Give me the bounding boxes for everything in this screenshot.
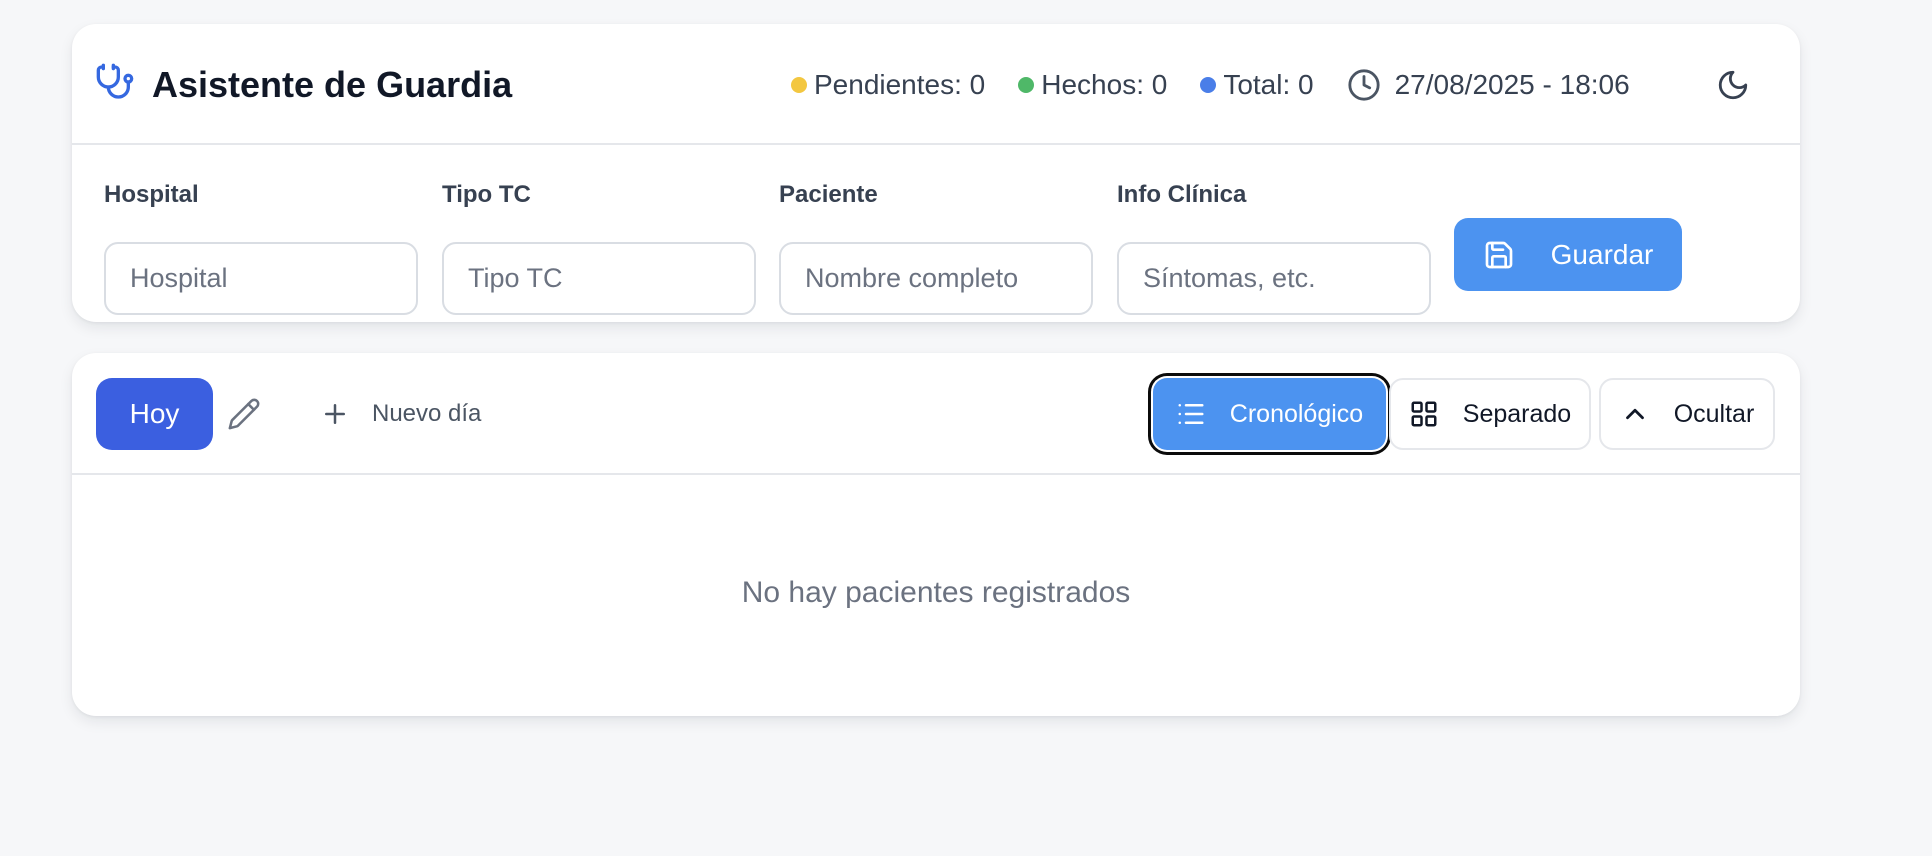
today-tab[interactable]: Hoy bbox=[96, 378, 213, 450]
save-button[interactable]: Guardar bbox=[1454, 218, 1682, 291]
save-icon bbox=[1485, 241, 1512, 268]
hospital-input[interactable] bbox=[104, 242, 418, 315]
hospital-label: Hospital bbox=[104, 181, 199, 208]
tipo-tc-field: Tipo TC bbox=[442, 181, 756, 315]
chronological-view-label: Cronológico bbox=[1229, 399, 1364, 428]
pencil-icon[interactable] bbox=[227, 397, 261, 431]
app-header: Asistente de Guardia Pendientes: 0 Hecho… bbox=[72, 24, 1800, 145]
hide-button[interactable]: Ocultar bbox=[1599, 378, 1775, 450]
plus-icon bbox=[325, 404, 345, 424]
tipo-tc-label: Tipo TC bbox=[442, 181, 531, 208]
done-stat: Hechos: 0 bbox=[1018, 69, 1167, 101]
paciente-label: Paciente bbox=[779, 181, 878, 208]
total-dot bbox=[1200, 77, 1217, 93]
pending-stat: Pendientes: 0 bbox=[791, 69, 985, 101]
info-clinica-label: Info Clínica bbox=[1117, 181, 1247, 208]
patient-entry-card: Asistente de Guardia Pendientes: 0 Hecho… bbox=[72, 24, 1800, 322]
paciente-input[interactable] bbox=[779, 242, 1093, 315]
grid-icon bbox=[1411, 401, 1437, 427]
pending-dot bbox=[791, 77, 807, 93]
hide-label: Ocultar bbox=[1673, 399, 1755, 428]
tipo-tc-input[interactable] bbox=[442, 242, 756, 315]
current-datetime: 27/08/2025 - 18:06 bbox=[1394, 69, 1630, 100]
separated-view-button[interactable]: Separado bbox=[1389, 378, 1591, 450]
chevron-up-icon bbox=[1625, 408, 1644, 420]
list-toolbar: Hoy Nuevo día Cronológico Separado Ocult… bbox=[72, 353, 1800, 475]
save-button-label: Guardar bbox=[1550, 238, 1654, 270]
info-clinica-field: Info Clínica bbox=[1117, 181, 1431, 315]
stethoscope-icon bbox=[96, 63, 134, 99]
total-count: Total: 0 bbox=[1223, 69, 1314, 100]
new-day-label: Nuevo día bbox=[372, 400, 482, 427]
list-icon bbox=[1178, 404, 1204, 424]
clock-icon bbox=[1348, 69, 1380, 101]
empty-list-message: No hay pacientes registrados bbox=[741, 576, 1131, 609]
stats-bar: Pendientes: 0 Hechos: 0 Total: 0 27/08/2… bbox=[791, 67, 1630, 103]
hospital-field: Hospital bbox=[104, 181, 418, 315]
pending-count: Pendientes: 0 bbox=[814, 69, 986, 100]
new-day-button[interactable]: Nuevo día bbox=[320, 393, 481, 435]
separated-view-label: Separado bbox=[1462, 399, 1572, 428]
moon-icon[interactable] bbox=[1716, 68, 1750, 102]
info-clinica-input[interactable] bbox=[1117, 242, 1431, 315]
app-title: Asistente de Guardia bbox=[152, 64, 513, 105]
done-dot bbox=[1018, 77, 1035, 93]
chronological-view-button[interactable]: Cronológico bbox=[1153, 378, 1386, 450]
paciente-field: Paciente bbox=[779, 181, 1093, 315]
patient-list-card: Hoy Nuevo día Cronológico Separado Ocult… bbox=[72, 353, 1800, 716]
done-count: Hechos: 0 bbox=[1041, 69, 1168, 100]
total-stat: Total: 0 bbox=[1200, 69, 1314, 101]
